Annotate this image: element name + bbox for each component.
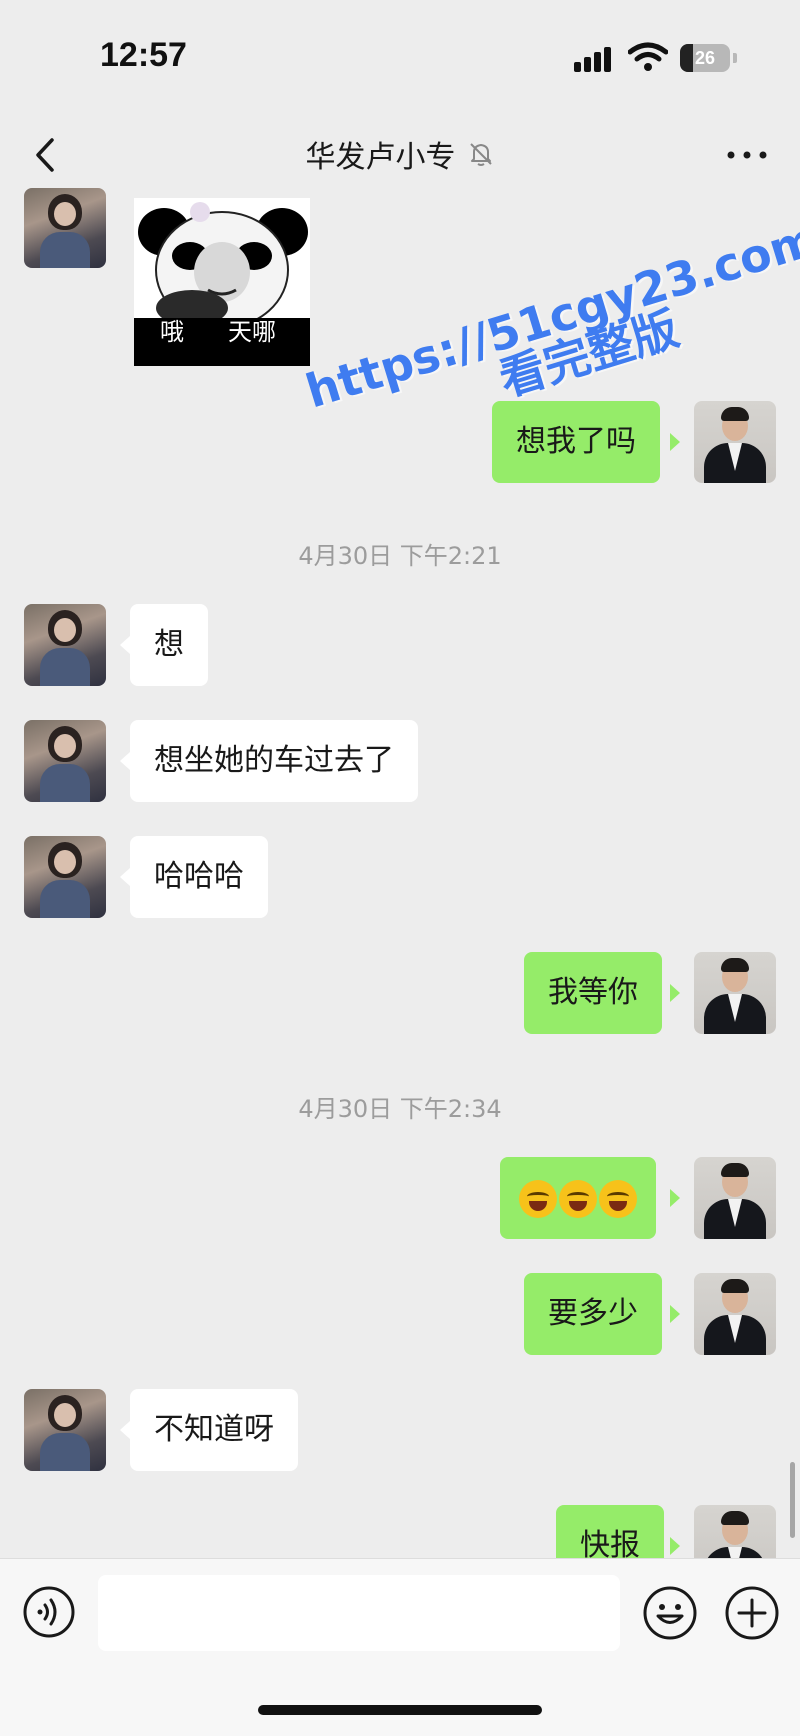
avatar[interactable]: [24, 720, 106, 802]
wifi-icon: [628, 42, 668, 71]
message-bubble-outgoing[interactable]: 想我了吗: [492, 401, 660, 483]
bubble-tail: [120, 752, 130, 770]
bubble-tail: [120, 636, 130, 654]
timestamp: 4月30日 下午2:21: [298, 542, 502, 570]
battery-percent: 26: [694, 48, 716, 68]
avatar[interactable]: [24, 188, 106, 268]
sticker-caption-left: 哦: [160, 318, 184, 346]
status-time: 12:57: [100, 36, 187, 74]
chat-title: 华发卢小专: [305, 140, 456, 175]
message-bubble-outgoing-emoji[interactable]: [500, 1157, 656, 1239]
plus-icon[interactable]: [724, 1585, 780, 1641]
avatar[interactable]: [694, 401, 776, 483]
message-bubble-incoming[interactable]: 哈哈哈: [130, 836, 268, 918]
message-input[interactable]: [98, 1575, 620, 1651]
input-bar: [0, 1558, 800, 1736]
bubble-tail: [670, 984, 680, 1002]
face-with-tears-of-joy-icon: [559, 1179, 597, 1218]
more-dots-icon[interactable]: [724, 140, 770, 170]
message-bubble-outgoing[interactable]: 我等你: [524, 952, 662, 1034]
chat-title-wrap: 华发卢小专: [0, 132, 800, 176]
bubble-tail: [670, 1189, 680, 1207]
message-bubble-incoming[interactable]: 不知道呀: [130, 1389, 298, 1471]
face-with-tears-of-joy-icon: [519, 1179, 557, 1218]
signal-icon: [574, 46, 616, 72]
bubble-tail: [670, 1537, 680, 1555]
bubble-tail: [120, 868, 130, 886]
avatar[interactable]: [24, 836, 106, 918]
bubble-tail: [120, 1421, 130, 1439]
timestamp: 4月30日 下午2:34: [298, 1095, 502, 1123]
home-indicator[interactable]: [258, 1705, 542, 1715]
bell-muted-icon: [469, 143, 492, 166]
voice-icon[interactable]: [22, 1585, 76, 1639]
message-bubble-incoming[interactable]: 想: [130, 604, 208, 686]
avatar[interactable]: [24, 1389, 106, 1471]
bubble-tail: [670, 1305, 680, 1323]
chat-header: 华发卢小专: [0, 110, 800, 200]
emoji-face-icon[interactable]: [642, 1585, 698, 1641]
message-bubble-outgoing[interactable]: 要多少: [524, 1273, 662, 1355]
scrollbar[interactable]: [790, 1462, 795, 1538]
avatar[interactable]: [694, 952, 776, 1034]
avatar[interactable]: [694, 1157, 776, 1239]
sticker-caption-right: 天哪: [228, 318, 276, 346]
battery-icon: 26: [680, 44, 730, 72]
message-bubble-incoming[interactable]: 想坐她的车过去了: [130, 720, 418, 802]
avatar[interactable]: [24, 604, 106, 686]
status-bar: 12:57 26: [0, 0, 800, 110]
bubble-tail: [670, 433, 680, 451]
avatar[interactable]: [694, 1273, 776, 1355]
face-with-tears-of-joy-icon: [599, 1179, 637, 1218]
battery-tip: [733, 53, 737, 63]
